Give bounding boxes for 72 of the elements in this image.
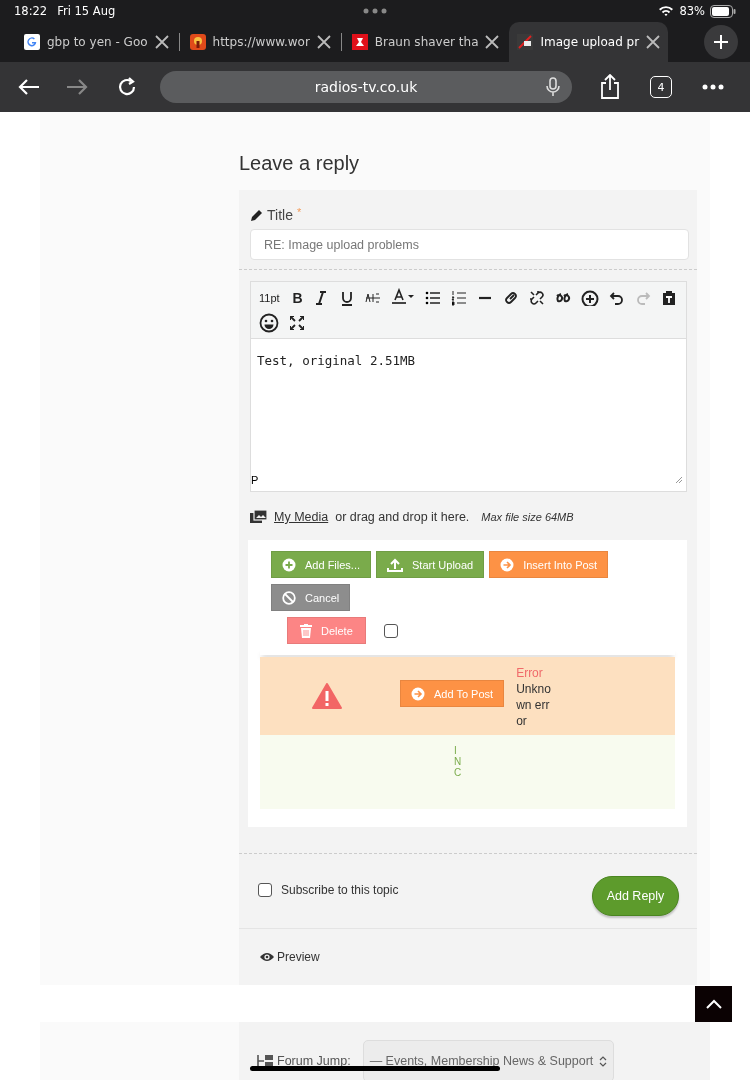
- error-message: Unknown error: [516, 681, 552, 729]
- forward-icon[interactable]: [66, 78, 88, 96]
- clock: 18:22: [14, 4, 48, 18]
- upload-icon: [387, 557, 404, 572]
- forum-select[interactable]: — Events, Membership News & Support: [362, 1040, 615, 1080]
- cancel-icon: [282, 590, 296, 605]
- file-info-text: INC: [454, 744, 461, 780]
- more-icon: [363, 8, 387, 14]
- max-file-size: Max file size 64MB: [481, 511, 574, 523]
- warning-icon: [312, 683, 342, 709]
- numbered-list-icon[interactable]: [450, 290, 467, 306]
- eye-icon: [260, 952, 274, 962]
- undo-icon[interactable]: [608, 290, 625, 306]
- paste-icon[interactable]: [660, 290, 677, 306]
- arrow-circle-icon: [411, 686, 425, 701]
- browser-tab[interactable]: https://www.wor: [187, 22, 333, 62]
- close-icon[interactable]: [316, 35, 331, 49]
- link-icon[interactable]: [502, 290, 519, 306]
- trash-icon: [300, 623, 312, 638]
- date: Fri 15 Aug: [57, 4, 116, 18]
- browser-tab[interactable]: gbp to yen - Goo: [22, 22, 171, 62]
- section-heading: Leave a reply: [239, 151, 361, 176]
- tab-count-button[interactable]: 4: [650, 76, 672, 98]
- plus-icon: [713, 34, 729, 50]
- strikethrough-icon[interactable]: [364, 290, 381, 306]
- drop-hint: or drag and drop it here.: [335, 510, 470, 524]
- bold-button[interactable]: B: [292, 290, 303, 306]
- browser-tab[interactable]: Braun shaver tha: [349, 22, 502, 62]
- font-size-button[interactable]: 11pt: [259, 292, 280, 304]
- battery-icon: [710, 4, 736, 18]
- resize-handle-icon[interactable]: [675, 476, 683, 484]
- select-all-checkbox[interactable]: [383, 623, 398, 638]
- arrow-circle-icon: [500, 557, 515, 572]
- more-icon[interactable]: [702, 84, 724, 90]
- preview-link[interactable]: Preview: [260, 950, 320, 964]
- editor-text: Test, original 2.51MB: [257, 353, 417, 368]
- favicon-icon: [517, 34, 534, 50]
- favicon-icon: [351, 34, 368, 50]
- smiley-icon[interactable]: [259, 313, 279, 333]
- element-path: P: [251, 474, 259, 486]
- checkbox-label: Subscribe to this topic: [281, 883, 399, 897]
- new-tab-button[interactable]: [704, 25, 738, 59]
- required-mark: *: [296, 206, 302, 218]
- chevron-updown-icon: [599, 1055, 608, 1067]
- title-field[interactable]: RE: Image upload problems: [250, 229, 689, 260]
- error-title: Error: [516, 665, 544, 681]
- pencil-icon: [250, 208, 263, 222]
- subscribe-checkbox[interactable]: [258, 883, 272, 897]
- forum-jump-label: Forum Jump:: [277, 1054, 351, 1068]
- wifi-icon: [658, 5, 675, 17]
- fullscreen-icon[interactable]: [289, 315, 305, 331]
- add-reply-button[interactable]: Add Reply: [592, 876, 679, 916]
- favicon-icon: [24, 34, 40, 50]
- unlink-icon[interactable]: [528, 290, 545, 306]
- chevron-up-icon: [705, 999, 722, 1009]
- back-to-top-button[interactable]: [695, 986, 732, 1022]
- field-label: Title: [267, 207, 293, 223]
- close-icon[interactable]: [485, 35, 500, 49]
- images-icon: [250, 510, 267, 524]
- browser-tab[interactable]: Image upload pr: [509, 22, 669, 62]
- address-field[interactable]: radios-tv.co.uk: [160, 71, 572, 103]
- plus-circle-icon: [282, 557, 296, 572]
- back-icon[interactable]: [18, 78, 40, 96]
- my-media-link[interactable]: My Media: [274, 510, 329, 524]
- reload-icon[interactable]: [116, 76, 138, 98]
- close-icon[interactable]: [646, 35, 661, 49]
- share-icon[interactable]: [600, 74, 620, 100]
- close-icon[interactable]: [154, 35, 169, 49]
- battery-level: 83%: [679, 4, 705, 18]
- microphone-icon[interactable]: [546, 77, 560, 97]
- favicon-icon: [189, 34, 206, 50]
- bullet-list-icon[interactable]: [424, 290, 441, 306]
